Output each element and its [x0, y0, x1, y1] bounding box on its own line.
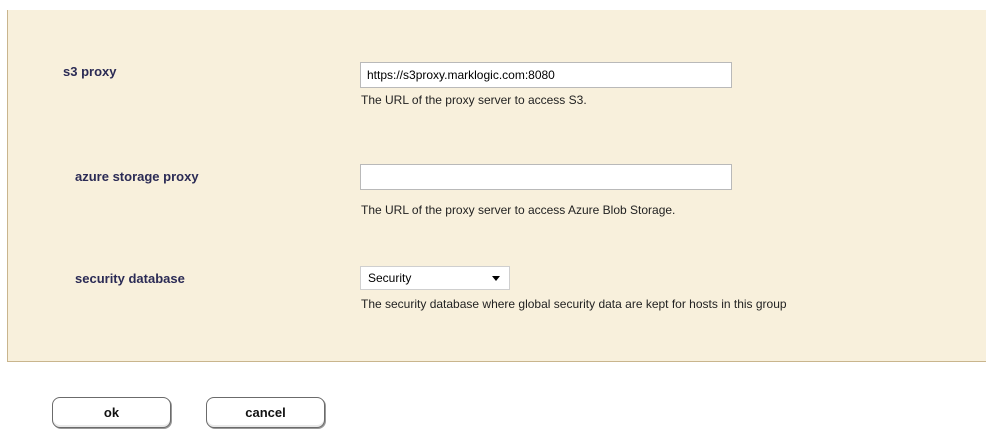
cancel-button[interactable]: cancel	[206, 397, 325, 428]
ok-button[interactable]: ok	[52, 397, 171, 428]
azure-storage-proxy-input[interactable]	[360, 164, 732, 190]
security-database-selected: Security	[368, 271, 412, 285]
azure-storage-proxy-help: The URL of the proxy server to access Az…	[361, 203, 676, 217]
chevron-down-icon	[492, 276, 500, 281]
s3-proxy-help: The URL of the proxy server to access S3…	[361, 93, 587, 107]
security-database-help: The security database where global secur…	[361, 297, 787, 311]
security-database-label: security database	[75, 271, 185, 286]
security-database-select[interactable]: Security	[360, 266, 510, 290]
s3-proxy-input[interactable]	[360, 62, 732, 88]
azure-storage-proxy-label: azure storage proxy	[75, 169, 199, 184]
s3-proxy-label: s3 proxy	[63, 64, 117, 79]
